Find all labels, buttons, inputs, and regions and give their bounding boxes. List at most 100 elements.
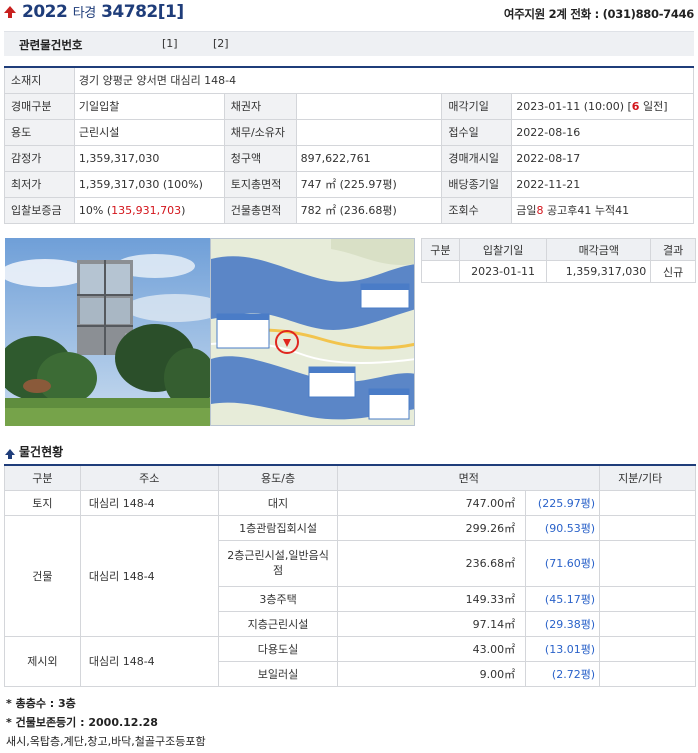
goods-area-pyeong: (2.72평) — [525, 660, 601, 687]
goods-table: 구분 주소 용도/층 면적 지분/기타 토지 대심리 148-4 대지 747.… — [4, 464, 696, 687]
goods-use: 보일러실 — [217, 660, 339, 687]
goods-area: 149.33㎡ — [337, 585, 527, 612]
goods-area-pyeong: (90.53평) — [525, 514, 601, 541]
related-item-link-1[interactable]: [1] — [162, 37, 178, 50]
goods-type: 건물 — [4, 514, 81, 637]
goods-header: 면적 — [337, 464, 601, 491]
goods-share — [599, 489, 696, 516]
goods-area-pyeong: (45.17평) — [525, 585, 601, 612]
sale-date-text: 2023-01-11 (10:00) [ — [516, 100, 632, 113]
goods-address: 대심리 148-4 — [79, 635, 219, 687]
goods-area: 9.00㎡ — [337, 660, 527, 687]
view-count-value: 금일8 공고후41 누적41 — [511, 196, 694, 224]
info-label: 조회수 — [441, 196, 513, 224]
info-label: 토지총면적 — [223, 170, 297, 198]
days-left-suffix: 일전] — [639, 100, 668, 113]
court-contact: 여주지원 2계 전화 : (031)880-7446 — [503, 7, 694, 21]
history-type — [421, 260, 460, 283]
goods-use: 3층주택 — [217, 585, 339, 612]
goods-header: 용도/층 — [217, 464, 339, 491]
info-label: 배당종기일 — [441, 170, 513, 198]
info-label: 매각기일 — [441, 92, 513, 120]
info-value: 2022-11-21 — [511, 170, 694, 198]
info-label: 경매구분 — [4, 92, 75, 120]
case-arrow-icon — [4, 6, 16, 18]
goods-section-title: 물건현황 — [5, 443, 63, 460]
section-arrow-icon — [5, 449, 15, 459]
info-label: 경매개시일 — [441, 144, 513, 172]
history-amount: 1,359,317,030 — [546, 260, 652, 283]
info-value: 2022-08-16 — [511, 118, 694, 146]
view-today-count: 8 — [536, 204, 544, 217]
history-result: 신규 — [650, 260, 696, 283]
goods-title-text: 물건현황 — [19, 445, 64, 459]
case-header: 2022 타경 34782[1] 여주지원 2계 전화 : (031)880-7… — [0, 0, 698, 28]
goods-use: 다용도실 — [217, 635, 339, 662]
note-floors: * 총층수 : 3층 — [6, 697, 76, 710]
info-label: 감정가 — [4, 144, 75, 172]
related-item-link-2[interactable]: [2] — [213, 37, 229, 50]
history-row: 2023-01-11 1,359,317,030 신규 — [421, 260, 696, 283]
info-label: 용도 — [4, 118, 75, 146]
goods-area-pyeong: (29.38평) — [525, 610, 601, 637]
location-value: 경기 양평군 양서면 대심리 148-4 — [73, 66, 695, 94]
goods-share — [599, 660, 696, 687]
info-label: 채권자 — [223, 92, 297, 120]
note-registration: * 건물보존등기 : 2000.12.28 — [6, 716, 158, 729]
goods-area: 236.68㎡ — [337, 539, 527, 587]
goods-area: 97.14㎡ — [337, 610, 527, 637]
goods-use: 1층관람집회시설 — [217, 514, 339, 541]
info-label: 입찰보증금 — [4, 196, 75, 224]
goods-share — [599, 514, 696, 541]
goods-area-pyeong: (13.01평) — [525, 635, 601, 662]
goods-header: 주소 — [79, 464, 219, 491]
case-info-table: 소재지 경기 양평군 양서면 대심리 148-4 경매구분 기일입찰 채권자 매… — [4, 66, 695, 224]
goods-address: 대심리 148-4 — [79, 514, 219, 637]
location-map[interactable] — [210, 238, 415, 426]
view-today-label: 금일 — [516, 204, 537, 217]
case-year: 2022 — [22, 2, 68, 22]
goods-address: 대심리 148-4 — [79, 489, 219, 516]
history-header: 입찰기일 — [458, 238, 548, 261]
goods-area: 43.00㎡ — [337, 635, 527, 662]
deposit-rate: 10% ( — [78, 203, 112, 217]
info-value: 1,359,317,030 — [73, 144, 225, 172]
info-value: 897,622,761 — [295, 144, 443, 172]
deposit-amount: 135,931,703 — [111, 203, 182, 217]
goods-share — [599, 610, 696, 637]
info-value — [295, 118, 443, 146]
info-value: 747 ㎡ (225.97평) — [295, 170, 443, 198]
deposit-close: ) — [181, 203, 186, 217]
goods-area: 299.26㎡ — [337, 514, 527, 541]
goods-use: 지층근린시설 — [217, 610, 339, 637]
history-header: 매각금액 — [546, 238, 652, 261]
info-value: 1,359,317,030 (100%) — [73, 170, 225, 198]
auction-history-table: 구분 입찰기일 매각금액 결과 2023-01-11 1,359,317,030… — [421, 238, 696, 283]
case-title: 2022 타경 34782[1] — [22, 2, 184, 22]
info-value: 기일입찰 — [73, 92, 225, 120]
history-header: 결과 — [650, 238, 696, 261]
related-items-label: 관련물건번호 — [19, 38, 83, 52]
info-label: 청구액 — [223, 144, 297, 172]
info-value: 782 ㎡ (236.68평) — [295, 196, 443, 224]
case-number: 34782[1] — [101, 2, 184, 22]
goods-use: 대지 — [217, 489, 339, 516]
goods-share — [599, 635, 696, 662]
history-header: 구분 — [421, 238, 460, 261]
info-value: 근린시설 — [73, 118, 225, 146]
info-label: 접수일 — [441, 118, 513, 146]
info-label: 채무/소유자 — [223, 118, 297, 146]
property-photo[interactable] — [5, 238, 210, 426]
goods-area: 747.00㎡ — [337, 489, 527, 516]
case-type: 타경 — [72, 6, 96, 21]
info-label: 건물총면적 — [223, 196, 297, 224]
goods-header: 구분 — [4, 464, 81, 491]
view-total: 공고후41 누적41 — [543, 204, 630, 217]
sale-date-value: 2023-01-11 (10:00) [6 일전] — [511, 92, 694, 120]
goods-area-pyeong: (71.60평) — [525, 539, 601, 587]
goods-type: 토지 — [4, 489, 81, 516]
goods-area-pyeong: (225.97평) — [525, 489, 601, 516]
location-label: 소재지 — [4, 66, 75, 94]
related-items-bar: 관련물건번호 [1] [2] — [4, 31, 694, 56]
goods-header: 지분/기타 — [599, 464, 696, 491]
